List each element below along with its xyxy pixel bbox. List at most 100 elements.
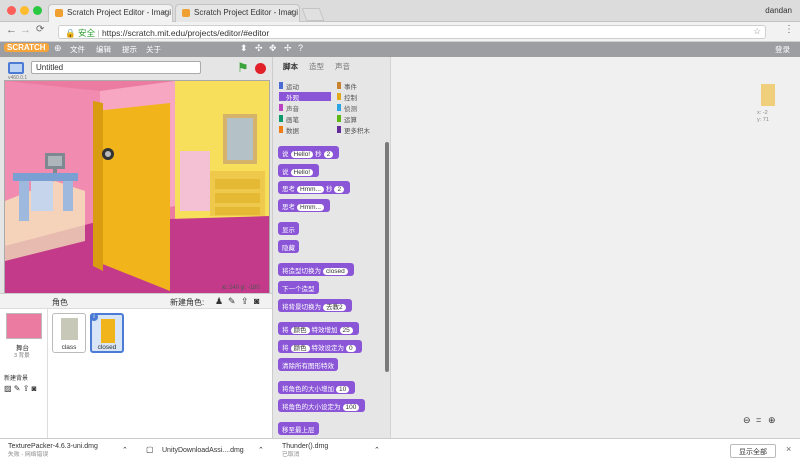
block-text: 下一个造型 [282,286,315,293]
block-number-input[interactable]: 25 [339,327,353,334]
script-area[interactable]: x: -2 y: 71 ⊖ = ⊕ [390,57,800,438]
block-6[interactable]: 将造型切换为 closed [278,263,354,276]
scratch-logo[interactable]: SCRATCH [4,43,49,52]
block-0[interactable]: 说 Hello! 秒 2 [278,146,340,159]
close-tab-icon[interactable]: × [289,7,294,17]
category-8[interactable]: 数据 [279,125,299,135]
block-number-input[interactable]: 2 [334,186,345,193]
block-14[interactable]: 移至最上层 [278,422,319,435]
bookmark-star-icon[interactable]: ☆ [753,26,761,37]
block-input[interactable]: Hello! [290,169,314,176]
block-1[interactable]: 说 Hello! [278,164,320,177]
fullscreen-icon[interactable] [8,62,24,74]
stop-icon[interactable] [255,63,266,74]
browser-tab-1[interactable]: Scratch Project Editor - Imagi × [48,4,173,22]
tab-costumes[interactable]: 造型 [309,61,324,72]
download-item[interactable]: TexturePacker-4.6.3-uni.dmg 失败 - 网络错误 [8,443,98,459]
block-number-input[interactable]: 100 [342,404,360,411]
tab-scripts[interactable]: 脚本 [283,61,298,72]
help-tool-icon[interactable]: ? [298,43,303,53]
zoom-out-icon[interactable]: ⊖ [743,415,751,426]
upload-sprite-icon[interactable]: ⇪ [241,296,249,307]
shrink-tool-icon[interactable]: ✢ [284,43,292,54]
block-input[interactable]: 颜色 [290,327,310,334]
paint-sprite-icon[interactable]: ✎ [228,296,236,307]
green-flag-icon[interactable]: ⚑ [237,60,249,76]
block-3[interactable]: 思考 Hmm... [278,199,330,212]
block-input[interactable]: Hello! [290,151,314,158]
block-2[interactable]: 思考 Hmm... 秒 2 [278,181,351,194]
block-input[interactable]: Hmm... [297,186,324,193]
block-5[interactable]: 隐藏 [278,240,299,253]
category-3[interactable]: 控制 [337,92,357,102]
stage-column: v460.0.1 Untitled ⚑ x: 240 y: -180 角色 新建… [0,57,272,439]
block-input[interactable]: 去教2 [323,304,346,311]
block-number-input[interactable]: 2 [323,151,334,158]
choose-sprite-icon[interactable]: ♟ [215,296,223,307]
profile-name[interactable]: dandan [765,6,792,15]
camera-icon[interactable]: ◙ [254,296,259,306]
block-9[interactable]: 将颜色 特效增加 25 [278,322,359,335]
block-12[interactable]: 将角色的大小增加 10 [278,381,356,394]
block-11[interactable]: 清除所有图形特效 [278,358,338,371]
category-4[interactable]: 声音 [279,103,299,113]
duplicate-tool-icon[interactable]: ⬍ [240,43,248,54]
category-0[interactable]: 运动 [279,81,299,91]
new-tab-button[interactable] [301,8,325,21]
close-shelf-icon[interactable]: × [786,444,791,454]
url-input[interactable]: 🔒 安全 | https://scratch.mit.edu/projects/… [58,25,766,39]
block-4[interactable]: 显示 [278,222,299,235]
close-tab-icon[interactable]: × [162,7,167,17]
category-5[interactable]: 侦测 [337,103,357,113]
category-9[interactable]: 更多积木 [337,125,370,135]
delete-tool-icon[interactable]: ✣ [255,43,263,54]
sprite-closed[interactable]: i closed [90,313,124,353]
y-label: y: [240,285,247,291]
category-1[interactable]: 事件 [337,81,357,91]
download-menu-icon[interactable]: ⌃ [258,446,264,454]
sprite-class[interactable]: class [52,313,86,353]
block-13[interactable]: 将角色的大小设定为 100 [278,399,366,412]
category-7[interactable]: 运算 [337,114,357,124]
back-icon[interactable]: ← [6,24,17,36]
forward-icon[interactable]: → [20,24,31,36]
download-item[interactable]: UnityDownloadAssi....dmg [162,447,244,455]
menu-file[interactable]: 文件 [70,44,85,55]
category-2[interactable]: 外观 [279,92,331,102]
backdrop-tool-icons[interactable]: ▨ ✎ ⇪ ◙ [4,384,36,393]
show-all-downloads-button[interactable]: 显示全部 [730,444,776,458]
grow-tool-icon[interactable]: ✥ [269,43,277,54]
zoom-window-button[interactable] [33,6,42,15]
reload-icon[interactable]: ⟳ [36,24,44,35]
block-8[interactable]: 将背景切换为 去教2 [278,299,352,312]
zoom-in-icon[interactable]: ⊕ [768,415,776,426]
chrome-menu-icon[interactable]: ⋮ [784,24,794,35]
block-number-input[interactable]: 10 [336,386,350,393]
zoom-reset-icon[interactable]: = [756,415,761,425]
block-text: 将角色的大小增加 [282,386,334,393]
block-10[interactable]: 将颜色 特效设定为 0 [278,340,362,353]
tab-sounds[interactable]: 声音 [335,61,350,72]
globe-icon[interactable]: ⊕ [54,43,62,54]
menu-about[interactable]: 关于 [146,44,161,55]
project-title-input[interactable]: Untitled [31,61,201,74]
menu-tips[interactable]: 提示 [122,44,137,55]
download-menu-icon[interactable]: ⌃ [374,446,380,454]
block-input[interactable]: 颜色 [290,345,310,352]
download-menu-icon[interactable]: ⌃ [122,446,128,454]
category-6[interactable]: 画笔 [279,114,299,124]
block-input[interactable]: Hmm... [297,204,324,211]
block-7[interactable]: 下一个造型 [278,281,319,294]
block-number-input[interactable]: 0 [346,345,356,352]
minimize-window-button[interactable] [20,6,29,15]
palette-scrollbar[interactable] [385,142,389,372]
close-window-button[interactable] [7,6,16,15]
menu-login[interactable]: 登录 [775,44,790,55]
info-icon[interactable]: i [90,313,98,321]
menu-edit[interactable]: 编辑 [96,44,111,55]
category-label: 画笔 [286,117,299,124]
stage-selector[interactable]: 舞台 3 背景 新建背景 ▨ ✎ ⇪ ◙ [0,309,48,439]
browser-tab-2[interactable]: Scratch Project Editor - Imagi × [175,4,300,22]
download-item[interactable]: Thunder().dmg 已取消 [282,443,328,459]
block-input[interactable]: closed [323,268,348,275]
